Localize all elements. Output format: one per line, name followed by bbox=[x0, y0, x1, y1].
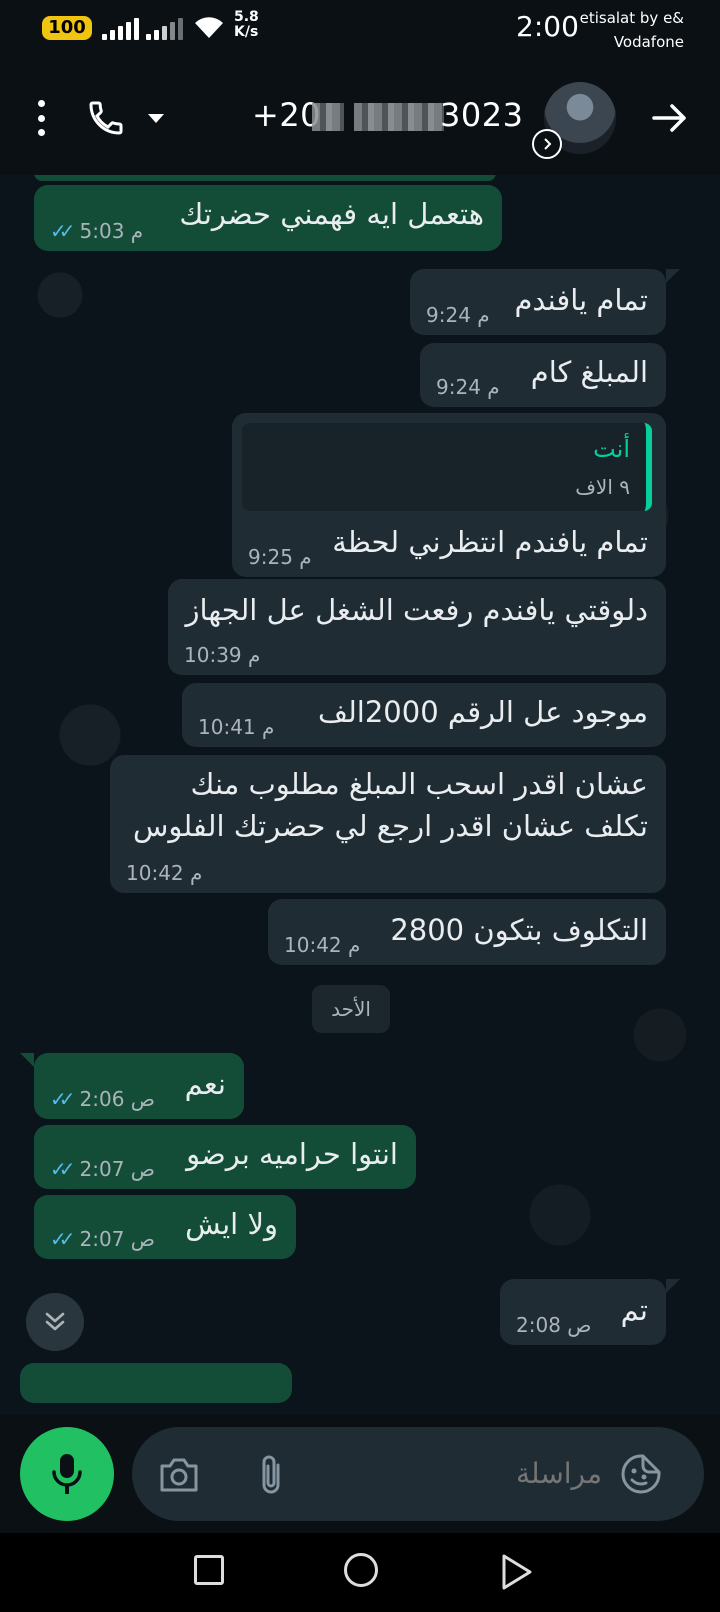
redaction-block bbox=[312, 103, 344, 131]
more-vert-icon[interactable] bbox=[36, 100, 46, 136]
message-bubble-incoming[interactable]: عشان اقدر اسحب المبلغ مطلوب منك تكلف عشا… bbox=[110, 755, 666, 893]
network-speed-value: 5.8 bbox=[234, 9, 259, 25]
contact-suffix: 3023 bbox=[440, 96, 524, 134]
message-meta: 9:24 م bbox=[426, 303, 490, 327]
signal-strength-icon-2 bbox=[146, 18, 183, 40]
message-bubble-outgoing[interactable]: هتعمل ايه فهمني حضرتك ✓✓ 5:03 م bbox=[34, 185, 502, 251]
message-text: تم bbox=[620, 1293, 648, 1327]
quote-text: ٩ الاف bbox=[575, 475, 630, 499]
status-bar: 100 5.8 K/s 2:00 etisalat by e& Vodafone bbox=[0, 0, 720, 58]
date-divider: الأحد bbox=[312, 985, 390, 1033]
message-meta: ✓✓ 5:03 م bbox=[50, 219, 143, 243]
network-speed: 5.8 K/s bbox=[234, 10, 259, 40]
contact-prefix: +20 bbox=[252, 96, 322, 134]
message-text: هتعمل ايه فهمني حضرتك bbox=[179, 197, 484, 231]
message-input[interactable] bbox=[402, 1453, 602, 1493]
message-text: تمام يافندم bbox=[514, 283, 648, 317]
message-time: 10:39 م bbox=[184, 643, 261, 667]
message-time: 9:25 م bbox=[248, 545, 312, 569]
caret-down-icon[interactable] bbox=[148, 114, 164, 123]
sticker-icon[interactable] bbox=[620, 1453, 662, 1495]
battery-indicator: 100 bbox=[42, 16, 92, 40]
read-ticks-icon: ✓✓ bbox=[50, 1157, 75, 1181]
message-time: 2:07 ص bbox=[79, 1227, 155, 1251]
message-text: دلوقتي يافندم رفعت الشغل عل الجهاز bbox=[185, 593, 648, 627]
read-ticks-icon: ✓✓ bbox=[50, 219, 75, 243]
message-bubble-partial bbox=[20, 1363, 292, 1403]
home-circle-icon[interactable] bbox=[344, 1553, 378, 1587]
recents-square-icon[interactable] bbox=[194, 1555, 224, 1585]
message-bubble-outgoing[interactable]: انتوا حراميه برضو ✓✓ 2:07 ص bbox=[34, 1125, 416, 1189]
message-time: 9:24 م bbox=[436, 375, 500, 399]
message-meta: ✓✓ 2:06 ص bbox=[50, 1087, 155, 1111]
network-speed-unit: K/s bbox=[234, 24, 259, 40]
message-text: التكلوف بتكون 2800 bbox=[390, 913, 648, 947]
paperclip-icon[interactable] bbox=[256, 1453, 286, 1497]
message-bubble-incoming-reply[interactable]: أنت ٩ الاف تمام يافندم انتظرني لحظة 9:25… bbox=[232, 413, 666, 577]
redaction-block bbox=[354, 103, 444, 131]
message-bubble-incoming[interactable]: المبلغ كام 9:24 م bbox=[420, 343, 666, 407]
message-meta: 2:08 ص bbox=[516, 1313, 591, 1337]
carrier-label: etisalat by e& Vodafone bbox=[580, 6, 684, 54]
message-time: 9:24 م bbox=[426, 303, 490, 327]
compose-box[interactable] bbox=[132, 1427, 704, 1521]
message-time: 2:06 ص bbox=[79, 1087, 155, 1111]
message-meta: 10:39 م bbox=[184, 643, 260, 667]
input-bar bbox=[0, 1415, 720, 1533]
wifi-icon bbox=[195, 17, 223, 38]
message-meta: 10:41 م bbox=[198, 715, 274, 739]
message-time: 5:03 م bbox=[79, 219, 144, 243]
status-ring-icon bbox=[532, 129, 562, 159]
mic-button[interactable] bbox=[20, 1427, 114, 1521]
quoted-message[interactable]: أنت ٩ الاف bbox=[242, 423, 652, 511]
bubble-tail bbox=[20, 1053, 34, 1067]
signal-strength-icon bbox=[102, 18, 139, 40]
message-meta: ✓✓ 2:07 ص bbox=[50, 1157, 155, 1181]
quote-author: أنت bbox=[593, 435, 630, 463]
message-text: ولا ايش bbox=[185, 1207, 278, 1241]
bubble-tail bbox=[666, 1279, 680, 1293]
chat-header: +20 3023 bbox=[0, 58, 720, 175]
carrier-line-2: Vodafone bbox=[613, 33, 684, 51]
mic-icon bbox=[52, 1454, 82, 1494]
bubble-tail bbox=[666, 269, 680, 283]
message-text-line-2: تكلف عشان اقدر ارجع لي حضرتك الفلوس bbox=[132, 809, 648, 843]
message-meta: 9:25 م bbox=[248, 545, 312, 569]
chat-area[interactable]: هتعمل ايه فهمني حضرتك ✓✓ 5:03 م تمام ياف… bbox=[0, 175, 720, 1415]
phone-icon[interactable] bbox=[86, 98, 126, 138]
message-meta: 10:42 م bbox=[126, 861, 202, 885]
message-bubble-outgoing[interactable]: نعم ✓✓ 2:06 ص bbox=[34, 1053, 244, 1119]
message-text: نعم bbox=[184, 1067, 226, 1101]
arrow-right-icon[interactable] bbox=[652, 102, 688, 134]
message-text: موجود عل الرقم 2000الف bbox=[317, 695, 648, 729]
message-bubble-outgoing[interactable]: ولا ايش ✓✓ 2:07 ص bbox=[34, 1195, 296, 1259]
message-meta: 9:24 م bbox=[436, 375, 500, 399]
message-time: 10:42 م bbox=[284, 933, 361, 957]
read-ticks-icon: ✓✓ bbox=[50, 1227, 75, 1251]
message-bubble-incoming[interactable]: دلوقتي يافندم رفعت الشغل عل الجهاز 10:39… bbox=[168, 579, 666, 675]
message-time: 2:08 ص bbox=[516, 1313, 592, 1337]
message-text: تمام يافندم انتظرني لحظة bbox=[332, 525, 648, 559]
message-bubble-incoming[interactable]: موجود عل الرقم 2000الف 10:41 م bbox=[182, 683, 666, 747]
message-meta: 10:42 م bbox=[284, 933, 360, 957]
read-ticks-icon: ✓✓ bbox=[50, 1087, 75, 1111]
back-triangle-icon[interactable] bbox=[500, 1553, 534, 1591]
message-text-line-1: عشان اقدر اسحب المبلغ مطلوب منك bbox=[190, 767, 648, 801]
message-bubble-incoming[interactable]: تم 2:08 ص bbox=[500, 1279, 666, 1345]
message-time: 10:42 م bbox=[126, 861, 203, 885]
message-bubble-incoming[interactable]: تمام يافندم 9:24 م bbox=[410, 269, 666, 335]
message-meta: ✓✓ 2:07 ص bbox=[50, 1227, 155, 1251]
message-bubble-partial bbox=[34, 175, 496, 181]
double-chevron-down-icon bbox=[45, 1312, 65, 1331]
message-text: المبلغ كام bbox=[530, 355, 648, 389]
carrier-line-1: etisalat by e& bbox=[579, 9, 684, 27]
message-bubble-incoming[interactable]: التكلوف بتكون 2800 10:42 م bbox=[268, 899, 666, 965]
message-text: انتوا حراميه برضو bbox=[186, 1137, 398, 1171]
message-time: 2:07 ص bbox=[79, 1157, 155, 1181]
camera-icon[interactable] bbox=[158, 1457, 200, 1493]
status-clock: 2:00 bbox=[516, 10, 579, 43]
message-time: 10:41 م bbox=[198, 715, 275, 739]
scroll-to-bottom-button[interactable] bbox=[26, 1293, 84, 1351]
system-nav-bar bbox=[0, 1533, 720, 1612]
